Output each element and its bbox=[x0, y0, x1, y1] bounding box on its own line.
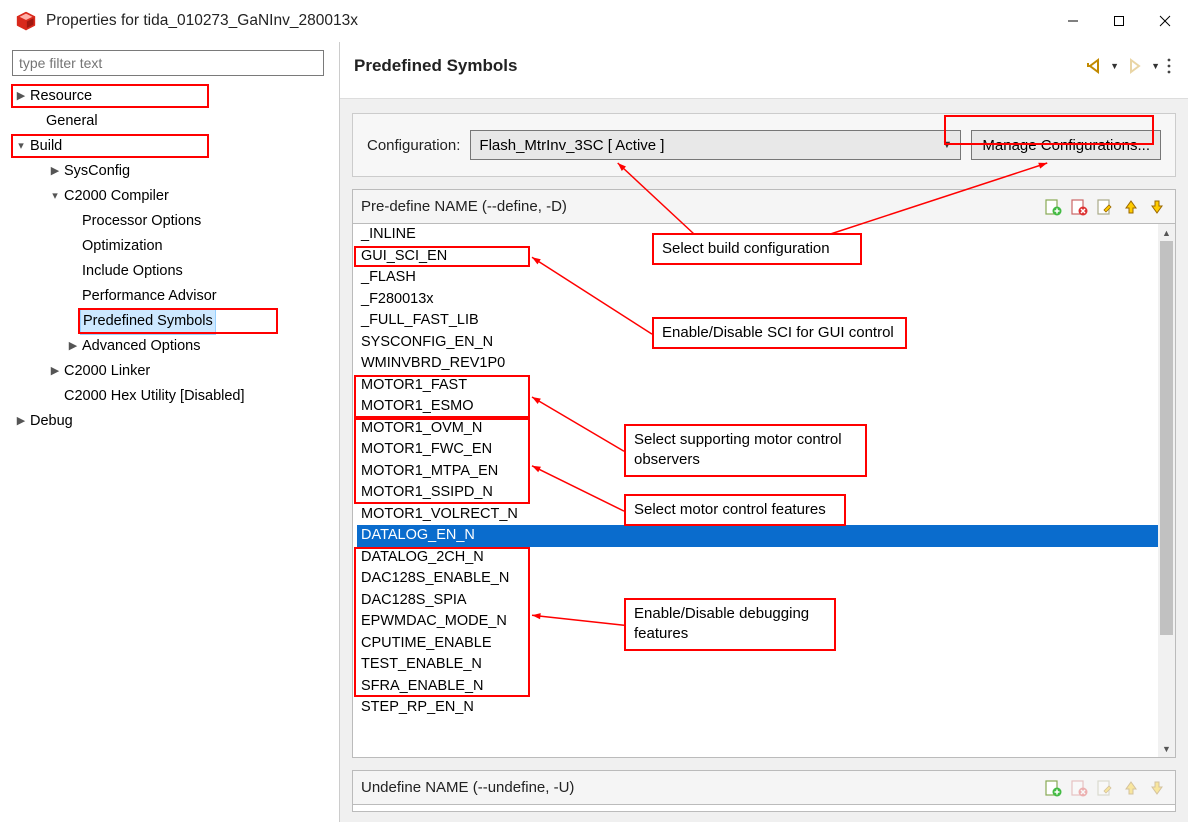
tree-item-performance-advisor[interactable]: Performance Advisor bbox=[12, 284, 331, 309]
undefine-header-label: Undefine NAME (--undefine, -U) bbox=[361, 779, 574, 796]
chevron-right-icon: ▶ bbox=[14, 84, 28, 109]
nav-back-icon[interactable] bbox=[1084, 56, 1104, 76]
nav-back-dropdown[interactable]: ▼ bbox=[1110, 61, 1119, 71]
symbol-row[interactable]: EPWMDAC_MODE_N bbox=[357, 611, 1175, 633]
symbol-row[interactable]: TEST_ENABLE_N bbox=[357, 654, 1175, 676]
edit-symbol-icon[interactable] bbox=[1095, 197, 1115, 217]
symbol-row[interactable]: _FLASH bbox=[357, 267, 1175, 289]
symbol-row[interactable]: WMINVBRD_REV1P0 bbox=[357, 353, 1175, 375]
nav-forward-dropdown[interactable]: ▼ bbox=[1151, 61, 1160, 71]
properties-detail-panel: Predefined Symbols ▼ ▼ Configuration: bbox=[340, 42, 1188, 822]
move-down-icon[interactable] bbox=[1147, 778, 1167, 798]
window-title: Properties for tida_010273_GaNInv_280013… bbox=[46, 12, 1050, 30]
tree-item-optimization[interactable]: Optimization bbox=[12, 234, 331, 259]
menu-kebab-icon[interactable] bbox=[1166, 58, 1172, 74]
move-down-icon[interactable] bbox=[1147, 197, 1167, 217]
symbol-row[interactable]: _FULL_FAST_LIB bbox=[357, 310, 1175, 332]
predefine-symbol-list[interactable]: _INLINEGUI_SCI_EN_FLASH_F280013x_FULL_FA… bbox=[353, 224, 1175, 757]
tree-item-build[interactable]: ▾ Build bbox=[12, 134, 331, 159]
chevron-down-icon: ▼ bbox=[942, 139, 953, 151]
configuration-label: Configuration: bbox=[367, 137, 460, 154]
symbol-row[interactable]: MOTOR1_ESMO bbox=[357, 396, 1175, 418]
manage-configurations-button[interactable]: Manage Configurations... bbox=[971, 130, 1161, 160]
delete-symbol-icon[interactable] bbox=[1069, 778, 1089, 798]
chevron-down-icon: ▾ bbox=[14, 134, 28, 159]
scroll-thumb[interactable] bbox=[1160, 241, 1173, 635]
tree-item-advanced-options[interactable]: ▶Advanced Options bbox=[12, 334, 331, 359]
tree-item-resource[interactable]: ▶ Resource bbox=[12, 84, 331, 109]
scroll-down-icon[interactable]: ▼ bbox=[1158, 740, 1175, 757]
move-up-icon[interactable] bbox=[1121, 197, 1141, 217]
symbol-row[interactable]: _F280013x bbox=[357, 289, 1175, 311]
symbol-row[interactable]: DAC128S_SPIA bbox=[357, 590, 1175, 612]
content-area: ▶ Resource General ▾ Build ▶ SysConfig ▾… bbox=[0, 42, 1188, 822]
chevron-right-icon: ▶ bbox=[48, 359, 62, 384]
configuration-select[interactable]: Flash_MtrInv_3SC [ Active ] ▼ bbox=[470, 130, 961, 160]
symbol-row[interactable]: CPUTIME_ENABLE bbox=[357, 633, 1175, 655]
add-symbol-icon[interactable] bbox=[1043, 197, 1063, 217]
nav-forward-icon[interactable] bbox=[1125, 56, 1145, 76]
symbol-row[interactable]: MOTOR1_VOLRECT_N bbox=[357, 504, 1175, 526]
add-symbol-icon[interactable] bbox=[1043, 778, 1063, 798]
chevron-right-icon: ▶ bbox=[66, 334, 80, 359]
tree-item-debug[interactable]: ▶Debug bbox=[12, 409, 331, 434]
symbol-row[interactable]: DAC128S_ENABLE_N bbox=[357, 568, 1175, 590]
properties-tree-panel: ▶ Resource General ▾ Build ▶ SysConfig ▾… bbox=[0, 42, 340, 822]
symbol-row[interactable]: SFRA_ENABLE_N bbox=[357, 676, 1175, 698]
chevron-right-icon: ▶ bbox=[48, 159, 62, 184]
symbol-row[interactable]: MOTOR1_OVM_N bbox=[357, 418, 1175, 440]
chevron-down-icon: ▾ bbox=[48, 184, 62, 209]
app-cube-icon bbox=[16, 11, 36, 31]
window-titlebar: Properties for tida_010273_GaNInv_280013… bbox=[0, 0, 1188, 42]
edit-symbol-icon[interactable] bbox=[1095, 778, 1115, 798]
tree-item-c2000-hex-utility[interactable]: C2000 Hex Utility [Disabled] bbox=[12, 384, 331, 409]
tree-item-processor-options[interactable]: Processor Options bbox=[12, 209, 331, 234]
tree-item-c2000-linker[interactable]: ▶C2000 Linker bbox=[12, 359, 331, 384]
tree-item-sysconfig[interactable]: ▶ SysConfig bbox=[12, 159, 331, 184]
tree-item-general[interactable]: General bbox=[12, 109, 331, 134]
chevron-right-icon: ▶ bbox=[14, 409, 28, 434]
symbol-row[interactable]: MOTOR1_FAST bbox=[357, 375, 1175, 397]
predefine-header-label: Pre-define NAME (--define, -D) bbox=[361, 198, 567, 215]
configuration-row: Configuration: Flash_MtrInv_3SC [ Active… bbox=[352, 113, 1176, 177]
symbol-row[interactable]: MOTOR1_SSIPD_N bbox=[357, 482, 1175, 504]
symbol-row[interactable]: MOTOR1_FWC_EN bbox=[357, 439, 1175, 461]
symbol-row[interactable]: STEP_RP_EN_N bbox=[357, 697, 1175, 719]
symbol-row[interactable]: MOTOR1_MTPA_EN bbox=[357, 461, 1175, 483]
properties-tree[interactable]: ▶ Resource General ▾ Build ▶ SysConfig ▾… bbox=[12, 84, 331, 434]
undefine-symbols-table: Undefine NAME (--undefine, -U) bbox=[352, 770, 1176, 812]
tree-item-c2000-compiler[interactable]: ▾ C2000 Compiler bbox=[12, 184, 331, 209]
window-maximize-button[interactable] bbox=[1096, 5, 1142, 37]
scroll-up-icon[interactable]: ▲ bbox=[1158, 224, 1175, 241]
page-title: Predefined Symbols bbox=[354, 56, 1084, 76]
symbol-list-scrollbar[interactable]: ▲ ▼ bbox=[1158, 224, 1175, 757]
move-up-icon[interactable] bbox=[1121, 778, 1141, 798]
filter-input[interactable] bbox=[12, 50, 324, 76]
symbol-row[interactable]: _INLINE bbox=[357, 224, 1175, 246]
window-close-button[interactable] bbox=[1142, 5, 1188, 37]
symbol-row[interactable]: DATALOG_EN_N bbox=[357, 525, 1175, 547]
tree-item-predefined-symbols[interactable]: Predefined Symbols bbox=[12, 309, 331, 334]
tree-item-include-options[interactable]: Include Options bbox=[12, 259, 331, 284]
symbol-row[interactable]: GUI_SCI_EN bbox=[357, 246, 1175, 268]
delete-symbol-icon[interactable] bbox=[1069, 197, 1089, 217]
symbol-row[interactable]: DATALOG_2CH_N bbox=[357, 547, 1175, 569]
symbol-row[interactable]: SYSCONFIG_EN_N bbox=[357, 332, 1175, 354]
window-minimize-button[interactable] bbox=[1050, 5, 1096, 37]
predefine-symbols-table: Pre-define NAME (--define, -D) bbox=[352, 189, 1176, 758]
